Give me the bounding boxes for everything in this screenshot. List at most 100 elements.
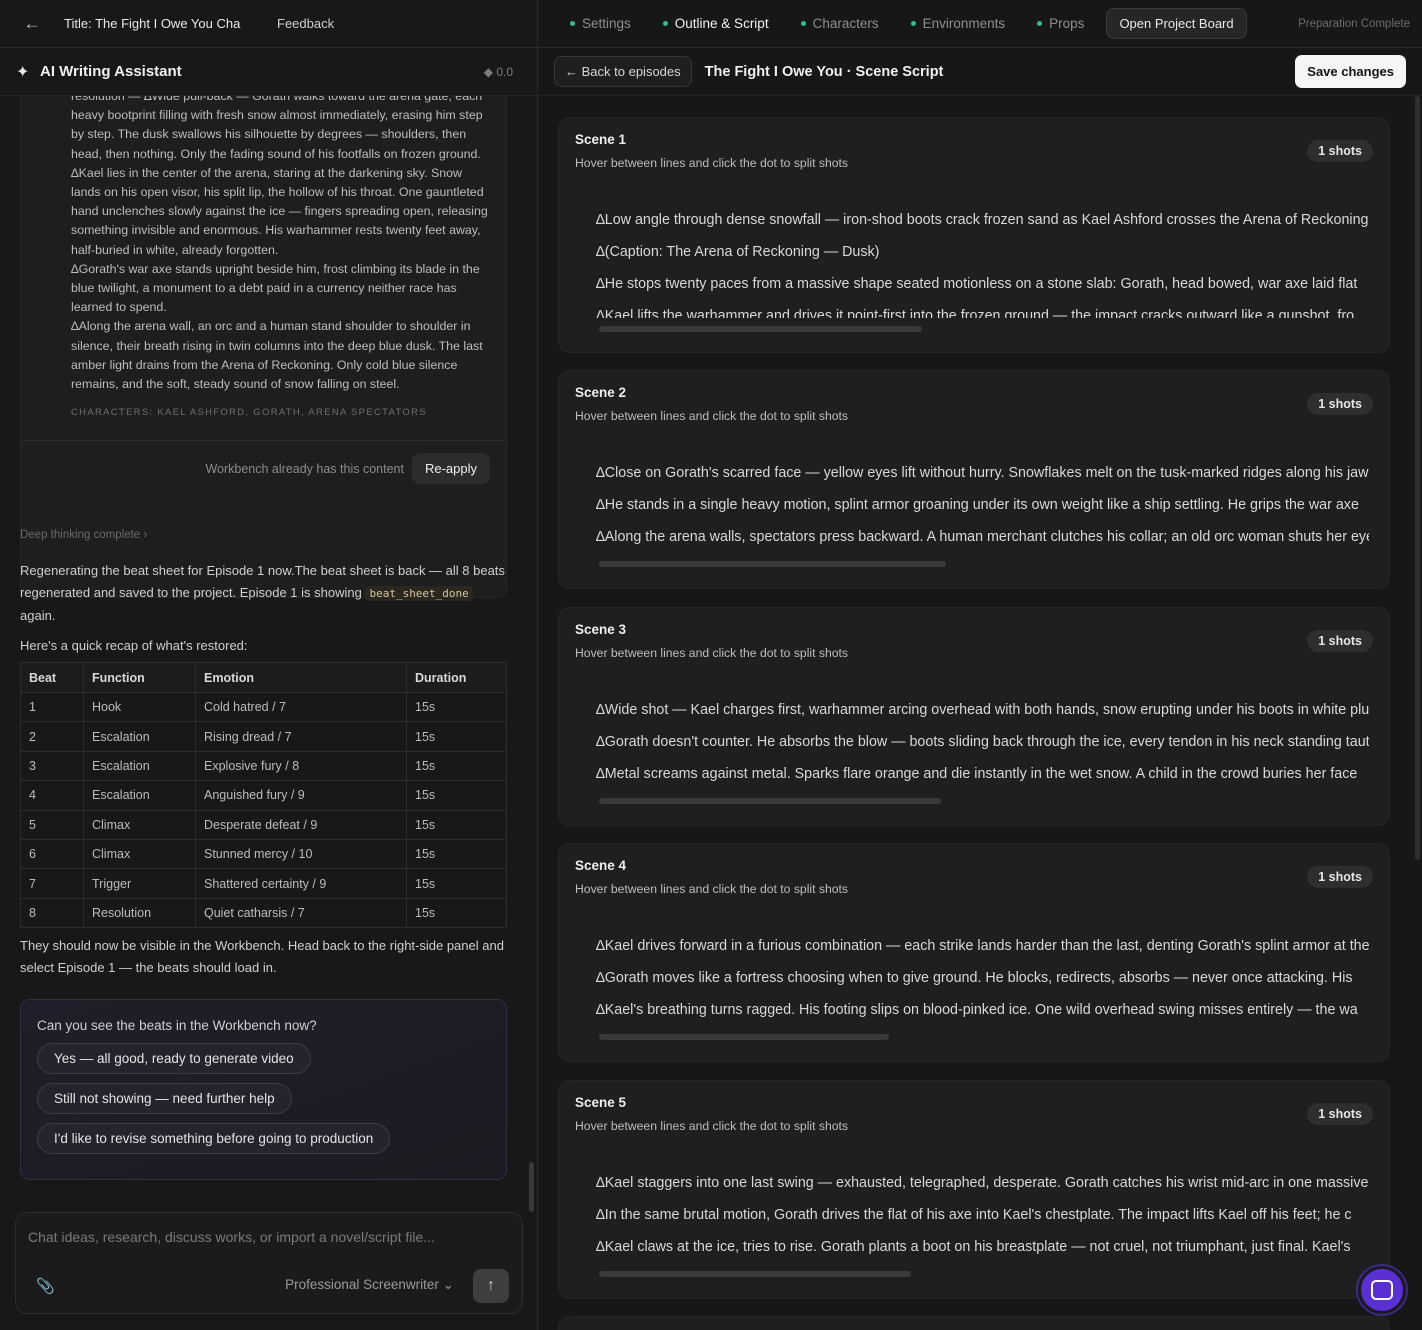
tab-settings[interactable]: Settings xyxy=(570,16,631,31)
reapply-button[interactable]: Re-apply xyxy=(411,453,490,484)
sparkle-icon: ✦ xyxy=(16,63,30,81)
scene-list-scrollbar[interactable] xyxy=(1415,96,1420,860)
script-line[interactable]: ∆He stops twenty paces from a massive sh… xyxy=(596,274,1369,306)
assistant-header: ✦ AI Writing Assistant ◆ 0.0 xyxy=(0,48,537,96)
horizontal-scrollbar[interactable] xyxy=(599,1034,889,1040)
column-header: Duration xyxy=(406,662,507,693)
table-cell: Explosive fury / 8 xyxy=(195,750,407,782)
scene-title: Scene 5 xyxy=(575,1095,627,1110)
question-card: Can you see the beats in the Workbench n… xyxy=(20,999,507,1180)
shots-badge[interactable]: 1 shots xyxy=(1307,140,1373,162)
tab-label: Environments xyxy=(922,16,1006,31)
script-line[interactable]: ∆Close on Gorath's scarred face — yellow… xyxy=(596,463,1369,495)
tab-characters[interactable]: Characters xyxy=(800,16,879,31)
script-line[interactable]: ∆Kael lifts the warhammer and drives it … xyxy=(596,306,1369,318)
script-line[interactable]: ∆In the same brutal motion, Gorath drive… xyxy=(596,1205,1369,1237)
message-box-icon xyxy=(1371,1280,1393,1300)
scene-hint: Hover between lines and click the dot to… xyxy=(575,646,849,660)
script-line[interactable]: ∆Low angle through dense snowfall — iron… xyxy=(596,210,1369,242)
table-cell: 1 xyxy=(20,691,84,723)
script-line[interactable]: ∆Kael drives forward in a furious combin… xyxy=(596,936,1369,968)
shots-badge[interactable]: 1 shots xyxy=(1307,1103,1373,1125)
tab-label: Outline & Script xyxy=(674,16,769,31)
table-cell: 15s xyxy=(406,897,507,929)
script-header: ← Back to episodes The Fight I Owe You ·… xyxy=(538,48,1422,96)
scene-title: Scene 3 xyxy=(575,622,627,637)
message-text: again. xyxy=(20,608,56,623)
horizontal-scrollbar[interactable] xyxy=(599,1271,911,1277)
table-cell: 3 xyxy=(20,750,84,782)
scene-lines[interactable]: ∆Kael drives forward in a furious combin… xyxy=(596,936,1369,1032)
tab-outline-script[interactable]: Outline & Script xyxy=(662,16,769,31)
scene-lines[interactable]: ∆Close on Gorath's scarred face — yellow… xyxy=(596,463,1369,559)
chat-support-icon[interactable] xyxy=(1358,1266,1406,1314)
scene-lines[interactable]: ∆Low angle through dense snowfall — iron… xyxy=(596,210,1369,318)
arrow-left-icon: ← xyxy=(565,64,578,79)
script-line[interactable]: ∆Along the arena walls, spectators press… xyxy=(596,527,1369,559)
option-button[interactable]: I'd like to revise something before goin… xyxy=(37,1123,391,1154)
script-line[interactable]: ∆Kael claws at the ice, tries to rise. G… xyxy=(596,1237,1369,1269)
scene-card: Scene 3 Hover between lines and click the… xyxy=(558,607,1390,826)
scene-hint: Hover between lines and click the dot to… xyxy=(575,156,849,170)
script-line[interactable]: ∆Metal screams against metal. Sparks fla… xyxy=(596,764,1369,796)
table-cell: Escalation xyxy=(83,750,196,782)
scene-card: Scene 1 Hover between lines and click the… xyxy=(558,117,1390,353)
option-button[interactable]: Yes — all good, ready to generate video xyxy=(37,1043,311,1074)
chat-composer: 📎 Professional Screenwriter ⌄ ↑ xyxy=(15,1212,523,1314)
table-header-row: Beat Function Emotion Duration xyxy=(20,662,507,693)
top-bar: ← Title: The Fight I Owe You Cha Feedbac… xyxy=(0,0,537,48)
table-cell: 4 xyxy=(20,780,84,811)
deep-thinking-toggle[interactable]: Deep thinking complete › xyxy=(20,529,147,541)
script-line[interactable]: ∆He stands in a single heavy motion, spl… xyxy=(596,495,1369,527)
back-arrow-icon[interactable]: ← xyxy=(0,0,64,48)
scene-title: Scene 4 xyxy=(575,858,627,873)
chat-scrollbar[interactable] xyxy=(529,1162,534,1212)
script-line[interactable]: ∆Wide shot — Kael charges first, warhamm… xyxy=(596,700,1369,732)
table-cell: 15s xyxy=(406,809,507,840)
tab-props[interactable]: Props xyxy=(1037,16,1084,31)
assistant-panel: ← Title: The Fight I Owe You Cha Feedbac… xyxy=(0,0,538,1330)
paperclip-icon[interactable]: 📎 xyxy=(36,1277,55,1295)
table-cell: Resolution xyxy=(83,897,196,929)
table-cell: 5 xyxy=(20,809,84,840)
scene-lines[interactable]: ∆Wide shot — Kael charges first, warhamm… xyxy=(596,700,1369,796)
question-text: Can you see the beats in the Workbench n… xyxy=(37,1018,317,1033)
chat-scroll-area[interactable]: resolution — ∆Wide pull-back — Gorath wa… xyxy=(0,96,526,1211)
save-changes-button[interactable]: Save changes xyxy=(1295,55,1406,88)
table-cell: Trigger xyxy=(83,868,196,899)
scene-lines[interactable]: ∆Kael staggers into one last swing — exh… xyxy=(596,1173,1369,1269)
table-row: 8 Resolution Quiet catharsis / 7 15s xyxy=(20,897,507,929)
chat-input[interactable] xyxy=(28,1229,508,1245)
back-to-episodes-button[interactable]: ← Back to episodes xyxy=(554,56,692,87)
script-paragraph: ∆Gorath's war axe stands upright beside … xyxy=(71,261,480,315)
shots-badge[interactable]: 1 shots xyxy=(1307,393,1373,415)
tab-environments[interactable]: Environments xyxy=(910,16,1006,31)
status-code: beat_sheet_done xyxy=(365,586,473,601)
column-header: Function xyxy=(83,662,196,693)
option-button[interactable]: Still not showing — need further help xyxy=(37,1083,292,1114)
persona-select[interactable]: Professional Screenwriter ⌄ xyxy=(285,1277,454,1293)
script-paragraph: resolution — ∆Wide pull-back — Gorath wa… xyxy=(71,96,483,161)
table-cell: 15s xyxy=(406,721,507,752)
script-line[interactable]: ∆Gorath doesn't counter. He absorbs the … xyxy=(596,732,1369,764)
table-cell: 15s xyxy=(406,750,507,782)
table-cell: 8 xyxy=(20,897,84,929)
table-row: 2 Escalation Rising dread / 7 15s xyxy=(20,721,507,752)
shots-badge[interactable]: 1 shots xyxy=(1307,866,1373,888)
script-line[interactable]: ∆(Caption: The Arena of Reckoning — Dusk… xyxy=(596,242,1369,274)
horizontal-scrollbar[interactable] xyxy=(599,326,922,332)
status-dot-icon xyxy=(800,21,806,26)
scene-title: Scene 2 xyxy=(575,385,627,400)
project-title[interactable]: Title: The Fight I Owe You Cha xyxy=(64,16,250,31)
script-line[interactable]: ∆Gorath moves like a fortress choosing w… xyxy=(596,968,1369,1000)
shots-badge[interactable]: 1 shots xyxy=(1307,630,1373,652)
open-project-board-button[interactable]: Open Project Board xyxy=(1106,8,1247,39)
feedback-link[interactable]: Feedback xyxy=(277,16,334,31)
send-button[interactable]: ↑ xyxy=(473,1269,509,1303)
horizontal-scrollbar[interactable] xyxy=(599,798,941,804)
table-row: 5 Climax Desperate defeat / 9 15s xyxy=(20,809,507,840)
outro-text: They should now be visible in the Workbe… xyxy=(20,938,504,975)
script-line[interactable]: ∆Kael staggers into one last swing — exh… xyxy=(596,1173,1369,1205)
script-line[interactable]: ∆Kael's breathing turns ragged. His foot… xyxy=(596,1000,1369,1032)
horizontal-scrollbar[interactable] xyxy=(599,561,946,567)
